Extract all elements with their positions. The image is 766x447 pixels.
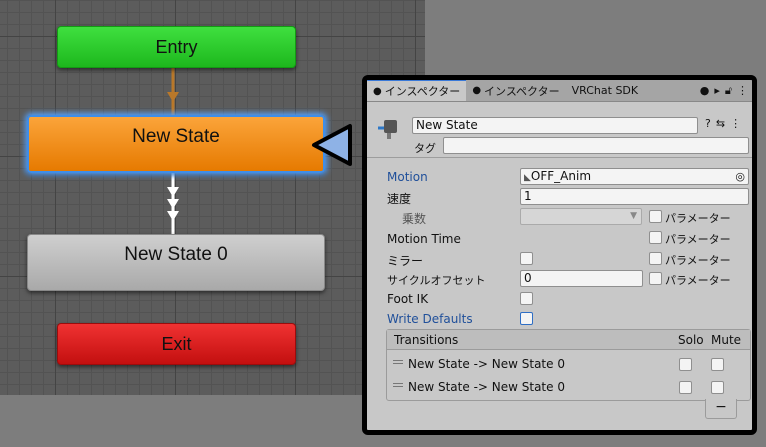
cycle-offset-label: サイクルオフセット <box>387 274 486 287</box>
inspector-header: New State ? ⇆ ⋮ タグ <box>367 103 752 158</box>
speed-label: 速度 <box>387 192 412 206</box>
transition-label: New State -> New State 0 <box>408 380 565 394</box>
help-icon[interactable]: ? <box>705 117 711 130</box>
transition-row[interactable]: New State -> New State 0 <box>387 354 750 376</box>
animator-state-icon <box>378 120 397 139</box>
speed-field[interactable]: 1 <box>520 188 749 205</box>
exit-node-label: Exit <box>161 333 192 354</box>
mirror-checkbox[interactable] <box>520 252 533 265</box>
object-picker-icon[interactable]: ◎ <box>735 169 745 184</box>
solo-header-label: Solo <box>678 333 704 347</box>
cycle-offset-parameter-checkbox[interactable] <box>649 272 662 285</box>
chevron-down-icon: ▼ <box>630 211 637 221</box>
animation-clip-icon: ◣ <box>524 173 531 183</box>
multiplier-parameter-label: パラメーター <box>665 212 731 225</box>
cycle-offset-parameter-label: パラメーター <box>665 274 731 287</box>
more-options-icon[interactable]: ⋮ <box>737 84 748 97</box>
entry-transition-arrow[interactable] <box>162 68 184 116</box>
tag-input[interactable] <box>443 137 749 154</box>
info-icon: ● <box>472 85 482 96</box>
motion-time-parameter-label: パラメーター <box>665 233 731 246</box>
info-icon[interactable]: ● <box>700 84 710 97</box>
motion-field[interactable]: ◣OFF_Anim ◎ <box>520 168 749 185</box>
drag-handle-icon[interactable] <box>393 360 403 364</box>
tab-inspector-2[interactable]: ● インスペクター <box>466 80 565 101</box>
info-icon: ● <box>373 85 382 97</box>
mute-header-label: Mute <box>711 333 742 347</box>
transition-mute-checkbox[interactable] <box>711 358 724 371</box>
tab-label: インスペクター <box>384 85 461 98</box>
new-state-node-label: New State <box>132 126 220 147</box>
motion-value: OFF_Anim <box>530 169 592 183</box>
mirror-parameter-label: パラメーター <box>665 254 731 267</box>
motion-label: Motion <box>387 170 428 184</box>
transition-mute-checkbox[interactable] <box>711 381 724 394</box>
entry-node[interactable]: Entry <box>57 26 296 68</box>
entry-node-label: Entry <box>155 36 198 57</box>
multiplier-label: 乗数 <box>402 212 427 226</box>
transition-solo-checkbox[interactable] <box>679 358 692 371</box>
pointer-arrow-icon <box>312 124 352 166</box>
transitions-list: Transitions Solo Mute New State -> New S… <box>386 329 751 401</box>
header-tools: ? ⇆ ⋮ <box>705 117 741 130</box>
mirror-label: ミラー <box>387 254 424 268</box>
exit-node[interactable]: Exit <box>57 323 296 365</box>
tab-label: インスペクター <box>484 84 560 98</box>
new-state-0-node[interactable]: New State 0 <box>27 234 325 291</box>
transitions-header: Transitions Solo Mute <box>387 330 750 350</box>
tab-label: VRChat SDK <box>571 84 639 97</box>
new-state-node[interactable]: New State <box>27 115 325 173</box>
more-options-icon[interactable]: ⋮ <box>730 117 741 130</box>
write-defaults-checkbox[interactable] <box>520 312 533 325</box>
inspector-panel: ● インスペクター ● インスペクター VRChat SDK ● ▸ 🔓︎ ⋮ … <box>362 75 757 435</box>
preset-icon[interactable]: ⇆ <box>716 117 725 130</box>
motion-time-label: Motion Time <box>387 232 461 246</box>
tag-label: タグ <box>414 142 436 155</box>
transition-label: New State -> New State 0 <box>408 357 565 371</box>
new-state-0-node-label: New State 0 <box>124 244 228 265</box>
inspector-tab-bar: ● インスペクター ● インスペクター VRChat SDK ● ▸ 🔓︎ ⋮ <box>367 80 752 102</box>
chevron-right-icon[interactable]: ▸ <box>714 84 720 97</box>
tab-vrchat-sdk[interactable]: VRChat SDK <box>566 80 645 101</box>
remove-transition-button[interactable]: − <box>705 399 737 419</box>
transitions-header-label: Transitions <box>394 333 459 347</box>
write-defaults-label: Write Defaults <box>387 312 473 326</box>
motion-time-parameter-checkbox[interactable] <box>649 231 662 244</box>
transition-solo-checkbox[interactable] <box>679 381 692 394</box>
tab-inspector-1[interactable]: ● インスペクター <box>367 80 467 101</box>
drag-handle-icon[interactable] <box>393 383 403 387</box>
state-name-input[interactable]: New State <box>412 117 698 134</box>
cycle-offset-field[interactable]: 0 <box>520 270 643 287</box>
foot-ik-checkbox[interactable] <box>520 292 533 305</box>
state-transition-arrow[interactable] <box>162 173 184 235</box>
foot-ik-label: Foot IK <box>387 292 429 306</box>
mirror-parameter-checkbox[interactable] <box>649 252 662 265</box>
lock-icon[interactable]: 🔓︎ <box>725 84 732 98</box>
multiplier-parameter-checkbox[interactable] <box>649 210 662 223</box>
tab-tools: ● ▸ 🔓︎ ⋮ <box>700 80 752 101</box>
multiplier-dropdown: ▼ <box>520 208 642 225</box>
transition-row[interactable]: New State -> New State 0 <box>387 377 750 399</box>
